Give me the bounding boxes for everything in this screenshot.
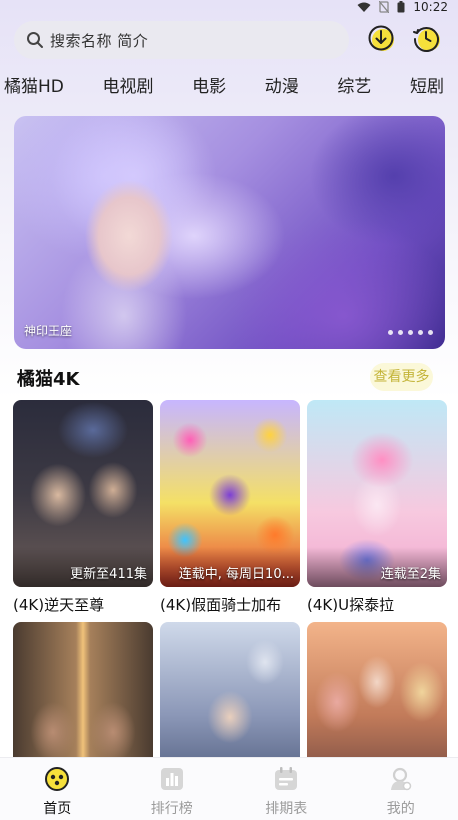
history-button[interactable] bbox=[412, 23, 442, 53]
video-poster[interactable] bbox=[13, 622, 153, 757]
nav-profile[interactable]: 我的 bbox=[361, 758, 441, 818]
status-time: 10:22 bbox=[413, 0, 448, 14]
video-card[interactable] bbox=[307, 622, 447, 757]
tab-hd[interactable]: 橘猫HD bbox=[4, 72, 64, 102]
download-button[interactable] bbox=[367, 23, 397, 53]
video-poster[interactable] bbox=[160, 622, 300, 757]
video-poster[interactable]: 连载中, 每周日10... bbox=[160, 400, 300, 587]
pagination-dot[interactable] bbox=[388, 330, 393, 335]
video-poster[interactable]: 更新至411集 bbox=[13, 400, 153, 587]
battery-icon bbox=[397, 1, 405, 13]
download-icon bbox=[368, 25, 394, 51]
pagination-dot[interactable] bbox=[408, 330, 413, 335]
tab-tv-series[interactable]: 电视剧 bbox=[103, 72, 154, 102]
section-title: 橘猫4K bbox=[17, 369, 80, 390]
banner-pagination bbox=[388, 330, 433, 335]
nav-home-label: 首页 bbox=[43, 801, 72, 817]
pagination-dot[interactable] bbox=[428, 330, 433, 335]
video-card[interactable] bbox=[160, 622, 300, 757]
pagination-dot[interactable] bbox=[418, 330, 423, 335]
status-bar: 10:22 bbox=[0, 0, 458, 14]
no-sim-icon bbox=[379, 1, 390, 13]
tab-short-drama[interactable]: 短剧 bbox=[410, 72, 444, 102]
video-title[interactable]: (4K)逆天至尊 bbox=[13, 594, 153, 615]
history-icon bbox=[413, 27, 440, 52]
search-row: 搜索名称 简介 bbox=[14, 21, 444, 61]
wifi-icon bbox=[357, 2, 371, 12]
ranking-icon bbox=[160, 768, 183, 790]
video-card[interactable]: 更新至411集 (4K)逆天至尊 bbox=[13, 400, 153, 615]
tab-anime[interactable]: 动漫 bbox=[265, 72, 299, 102]
tab-variety[interactable]: 综艺 bbox=[337, 72, 371, 102]
search-placeholder: 搜索名称 简介 bbox=[50, 31, 149, 50]
banner-character bbox=[54, 156, 204, 346]
category-tabs: 橘猫HD 电视剧 电影 动漫 综艺 短剧 bbox=[0, 72, 458, 102]
featured-banner[interactable]: 神印王座 bbox=[14, 116, 445, 349]
view-more-button[interactable]: 查看更多 bbox=[370, 363, 433, 391]
banner-caption: 神印王座 bbox=[24, 324, 73, 338]
nav-home[interactable]: 首页 bbox=[17, 758, 97, 818]
schedule-icon bbox=[275, 767, 298, 790]
bottom-navigation: 首页 排行榜 排期表 我的 bbox=[0, 757, 458, 820]
video-poster[interactable] bbox=[307, 622, 447, 757]
profile-icon bbox=[390, 767, 411, 791]
video-card[interactable] bbox=[13, 622, 153, 757]
tab-movies[interactable]: 电影 bbox=[192, 72, 226, 102]
episode-badge: 更新至411集 bbox=[70, 567, 147, 582]
nav-profile-label: 我的 bbox=[386, 801, 415, 817]
video-title[interactable]: (4K)U探泰拉 bbox=[307, 594, 447, 615]
video-card[interactable]: 连载至2集 (4K)U探泰拉 bbox=[307, 400, 447, 615]
video-poster[interactable]: 连载至2集 bbox=[307, 400, 447, 587]
pagination-dot[interactable] bbox=[398, 330, 403, 335]
video-card[interactable]: 连载中, 每周日10... (4K)假面骑士加布 bbox=[160, 400, 300, 615]
nav-ranking[interactable]: 排行榜 bbox=[132, 758, 212, 818]
nav-schedule-label: 排期表 bbox=[265, 801, 308, 817]
main-content: 10:22 搜索名称 简介 橘猫HD 电视剧 电影 动漫 综艺 短剧 神印王座 … bbox=[0, 0, 458, 757]
search-input[interactable]: 搜索名称 简介 bbox=[14, 21, 349, 59]
video-title[interactable]: (4K)假面骑士加布 bbox=[160, 594, 300, 615]
home-icon bbox=[45, 767, 70, 791]
episode-badge: 连载中, 每周日10... bbox=[178, 567, 294, 582]
nav-ranking-label: 排行榜 bbox=[150, 801, 193, 817]
episode-badge: 连载至2集 bbox=[380, 567, 441, 582]
search-icon bbox=[27, 32, 43, 48]
nav-schedule[interactable]: 排期表 bbox=[246, 758, 326, 818]
